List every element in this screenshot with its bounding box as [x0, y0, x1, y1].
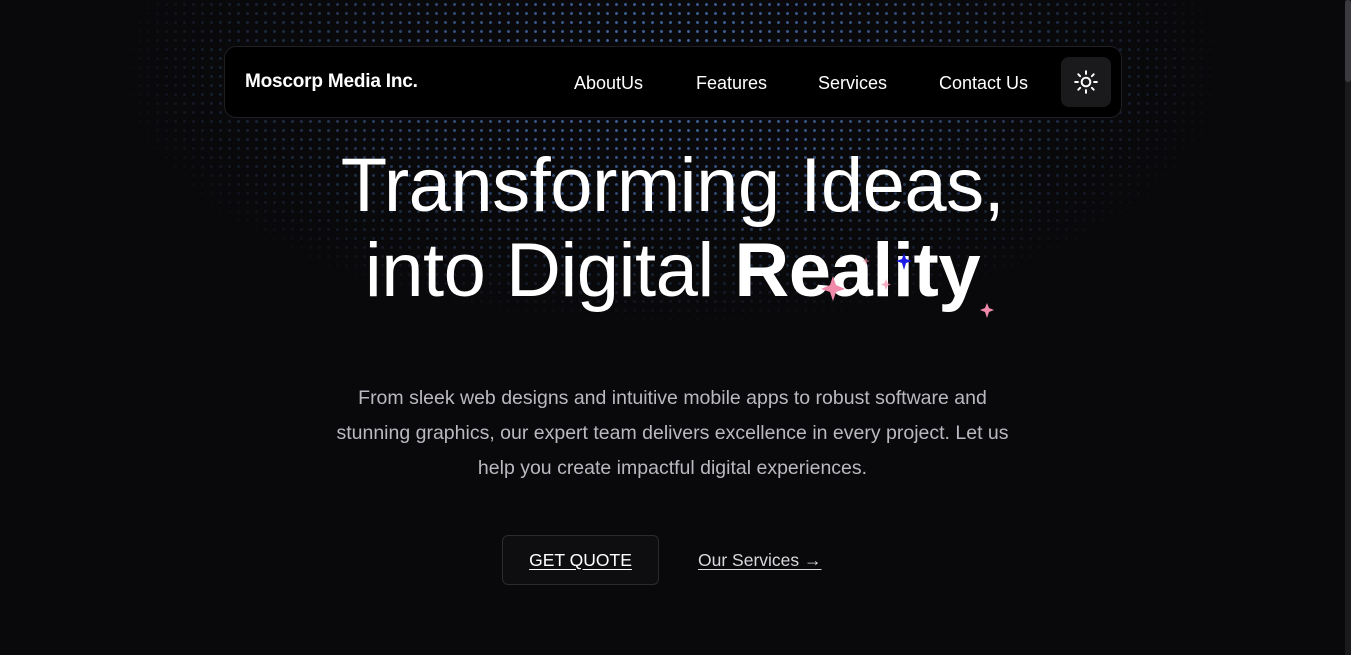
theme-toggle-button[interactable]: [1061, 57, 1111, 107]
hero-heading-highlight: Reality: [734, 228, 981, 313]
nav-link-features[interactable]: Features: [696, 73, 767, 94]
navbar: Moscorp Media Inc. AboutUs Features Serv…: [224, 46, 1122, 118]
hero-description: From sleek web designs and intuitive mob…: [336, 387, 1009, 479]
nav-link-services[interactable]: Services: [818, 73, 887, 94]
sun-icon: [1074, 70, 1098, 94]
brand-logo[interactable]: Moscorp Media Inc.: [245, 71, 418, 93]
scrollbar[interactable]: [1345, 0, 1351, 655]
hero-heading-prefix: into Digital: [364, 228, 735, 313]
hero-heading-line-2: into Digital Reality: [0, 233, 1345, 309]
nav-link-about-us[interactable]: AboutUs: [574, 73, 643, 94]
scrollbar-thumb[interactable]: [1345, 0, 1351, 82]
landing-page: Moscorp Media Inc. AboutUs Features Serv…: [0, 0, 1351, 655]
our-services-link[interactable]: Our Services →: [698, 550, 822, 571]
get-quote-button[interactable]: GET QUOTE: [502, 535, 659, 585]
hero-heading-line-1: Transforming Ideas,: [340, 143, 1005, 228]
nav-link-contact-us[interactable]: Contact Us: [939, 73, 1028, 94]
